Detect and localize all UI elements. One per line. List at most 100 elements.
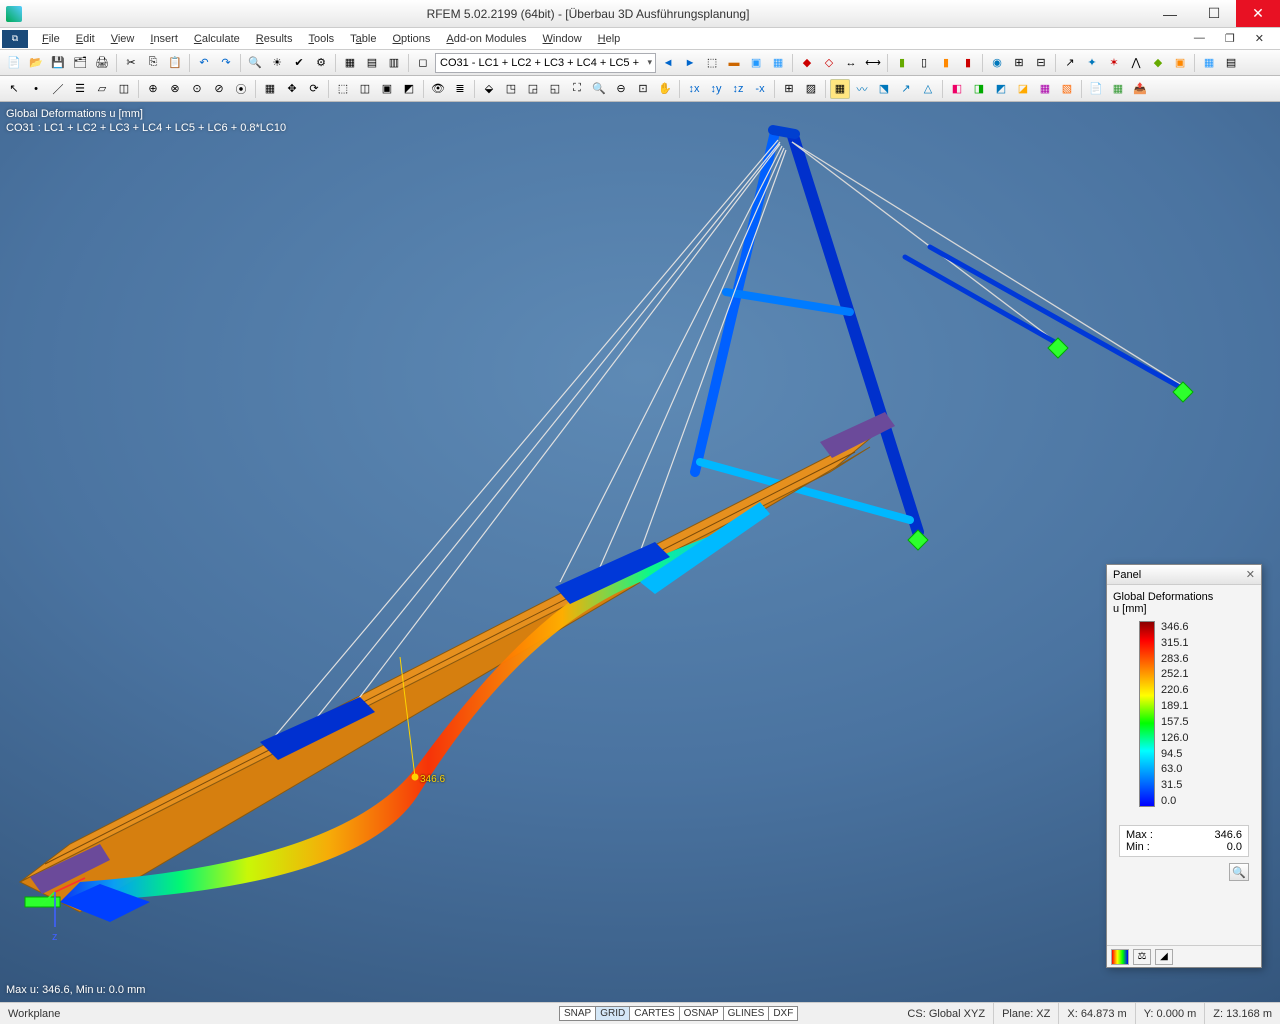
export-icon[interactable]: 📤 <box>1130 79 1150 99</box>
xz-icon[interactable]: ◲ <box>523 79 543 99</box>
member-icon[interactable]: ☰ <box>70 79 90 99</box>
cube-o-icon[interactable]: ▧ <box>1057 79 1077 99</box>
g1-icon[interactable]: ▮ <box>892 53 912 73</box>
sel-d-icon[interactable]: ◩ <box>399 79 419 99</box>
app-logo-icon[interactable]: ⧉ <box>2 30 28 48</box>
undo-icon[interactable]: ↶ <box>194 53 214 73</box>
layer-icon[interactable]: ≣ <box>450 79 470 99</box>
panel-tab-colors-icon[interactable] <box>1111 949 1129 965</box>
mdi-close-icon[interactable]: ✕ <box>1247 30 1272 47</box>
box3d-icon[interactable]: ▣ <box>746 53 766 73</box>
snap-cartes[interactable]: CARTES <box>629 1006 679 1021</box>
g4-icon[interactable]: ▮ <box>958 53 978 73</box>
save-icon[interactable]: 💾 <box>48 53 68 73</box>
cube-b-icon[interactable]: ◩ <box>991 79 1011 99</box>
m3-icon[interactable]: ⊟ <box>1031 53 1051 73</box>
menu-results[interactable]: Results <box>248 31 301 47</box>
boxes-icon[interactable]: ▦ <box>768 53 788 73</box>
snap-b-icon[interactable]: ⊗ <box>165 79 185 99</box>
brick-icon[interactable]: ▬ <box>724 53 744 73</box>
menu-view[interactable]: View <box>103 31 143 47</box>
solid-icon[interactable]: ◫ <box>114 79 134 99</box>
open-folder-icon[interactable]: 📂 <box>26 53 46 73</box>
menu-window[interactable]: Window <box>535 31 590 47</box>
excel-icon[interactable]: ▦ <box>1108 79 1128 99</box>
minimize-button[interactable]: — <box>1148 0 1192 27</box>
snap-grid[interactable]: GRID <box>595 1006 630 1021</box>
xy-icon[interactable]: ◳ <box>501 79 521 99</box>
rotate-icon[interactable]: ⟳ <box>304 79 324 99</box>
new-file-icon[interactable]: 📄 <box>4 53 24 73</box>
calc-icon[interactable]: ☀ <box>267 53 287 73</box>
tool-e-icon[interactable]: ◆ <box>1148 53 1168 73</box>
move-icon[interactable]: ✥ <box>282 79 302 99</box>
cube-icon[interactable]: ◻ <box>413 53 433 73</box>
wire-icon[interactable]: ⊞ <box>779 79 799 99</box>
tool-f-icon[interactable]: ▣ <box>1170 53 1190 73</box>
find-icon[interactable]: 🔍 <box>245 53 265 73</box>
dim2-icon[interactable]: ⟷ <box>863 53 883 73</box>
zoom-win-icon[interactable]: ⊡ <box>633 79 653 99</box>
sel-c-icon[interactable]: ▣ <box>377 79 397 99</box>
menu-help[interactable]: Help <box>590 31 629 47</box>
panel-tab-factors-icon[interactable]: ⚖ <box>1133 949 1151 965</box>
zoom-in-icon[interactable]: 🔍 <box>589 79 609 99</box>
deform-icon[interactable]: 〰 <box>852 79 872 99</box>
snap-d-icon[interactable]: ⊘ <box>209 79 229 99</box>
tool-d-icon[interactable]: ⋀ <box>1126 53 1146 73</box>
prev-icon[interactable]: ◄ <box>658 53 678 73</box>
zoom-out-icon[interactable]: ⊖ <box>611 79 631 99</box>
menu-tools[interactable]: Tools <box>300 31 342 47</box>
snap-e-icon[interactable]: ⦿ <box>231 79 251 99</box>
red1-icon[interactable]: ◆ <box>797 53 817 73</box>
snap-c-icon[interactable]: ⊙ <box>187 79 207 99</box>
check-icon[interactable]: ✔ <box>289 53 309 73</box>
surface-icon[interactable]: ▱ <box>92 79 112 99</box>
panel-zoom-icon[interactable]: 🔍 <box>1229 863 1249 881</box>
tool-c-icon[interactable]: ✶ <box>1104 53 1124 73</box>
axis-neg-icon[interactable]: -x <box>750 79 770 99</box>
cut-icon[interactable]: ✂ <box>121 53 141 73</box>
menu-table[interactable]: Table <box>342 31 384 47</box>
contour-icon[interactable]: ⬔ <box>874 79 894 99</box>
axis-x-icon[interactable]: ↕x <box>684 79 704 99</box>
menu-options[interactable]: Options <box>384 31 438 47</box>
results-icon[interactable]: ▦ <box>830 79 850 99</box>
paste-icon[interactable]: 📋 <box>165 53 185 73</box>
g2-icon[interactable]: ▯ <box>914 53 934 73</box>
iso-icon[interactable]: ⬙ <box>479 79 499 99</box>
sel-a-icon[interactable]: ⬚ <box>333 79 353 99</box>
panel-tab-filter-icon[interactable]: ◢ <box>1155 949 1173 965</box>
redo-icon[interactable]: ↷ <box>216 53 236 73</box>
cube-y-icon[interactable]: ◪ <box>1013 79 1033 99</box>
snap-a-icon[interactable]: ⊕ <box>143 79 163 99</box>
snap-dxf[interactable]: DXF <box>768 1006 798 1021</box>
node-icon[interactable]: • <box>26 79 46 99</box>
results-panel[interactable]: Panel ✕ Global Deformations u [mm] 346.6… <box>1106 564 1262 968</box>
vector-icon[interactable]: ↗ <box>896 79 916 99</box>
eye-icon[interactable]: 👁 <box>428 79 448 99</box>
pan-icon[interactable]: ✋ <box>655 79 675 99</box>
menu-calculate[interactable]: Calculate <box>186 31 248 47</box>
panel-close-icon[interactable]: ✕ <box>1246 568 1255 581</box>
m2-icon[interactable]: ⊞ <box>1009 53 1029 73</box>
sel-b-icon[interactable]: ◫ <box>355 79 375 99</box>
menu-addon[interactable]: Add-on Modules <box>438 31 534 47</box>
snap-glines[interactable]: GLINES <box>723 1006 770 1021</box>
mdi-min-icon[interactable]: — <box>1186 30 1213 47</box>
menu-edit[interactable]: Edit <box>68 31 103 47</box>
loadcase-dropdown[interactable]: CO31 - LC1 + LC2 + LC3 + LC4 + LC5 + <box>435 53 656 73</box>
grid-icon[interactable]: ▦ <box>260 79 280 99</box>
next-icon[interactable]: ► <box>680 53 700 73</box>
fit-icon[interactable]: ⛶ <box>567 79 587 99</box>
navigator-icon[interactable]: ▥ <box>384 53 404 73</box>
cube-p-icon[interactable]: ▦ <box>1035 79 1055 99</box>
view-a-icon[interactable]: ▦ <box>1199 53 1219 73</box>
snap-osnap[interactable]: OSNAP <box>679 1006 724 1021</box>
tool-a-icon[interactable]: ↗ <box>1060 53 1080 73</box>
box-icon[interactable]: ⬚ <box>702 53 722 73</box>
table2-icon[interactable]: ▤ <box>362 53 382 73</box>
panel-header[interactable]: Panel ✕ <box>1107 565 1261 585</box>
view-b-icon[interactable]: ▤ <box>1221 53 1241 73</box>
line-icon[interactable]: ／ <box>48 79 68 99</box>
